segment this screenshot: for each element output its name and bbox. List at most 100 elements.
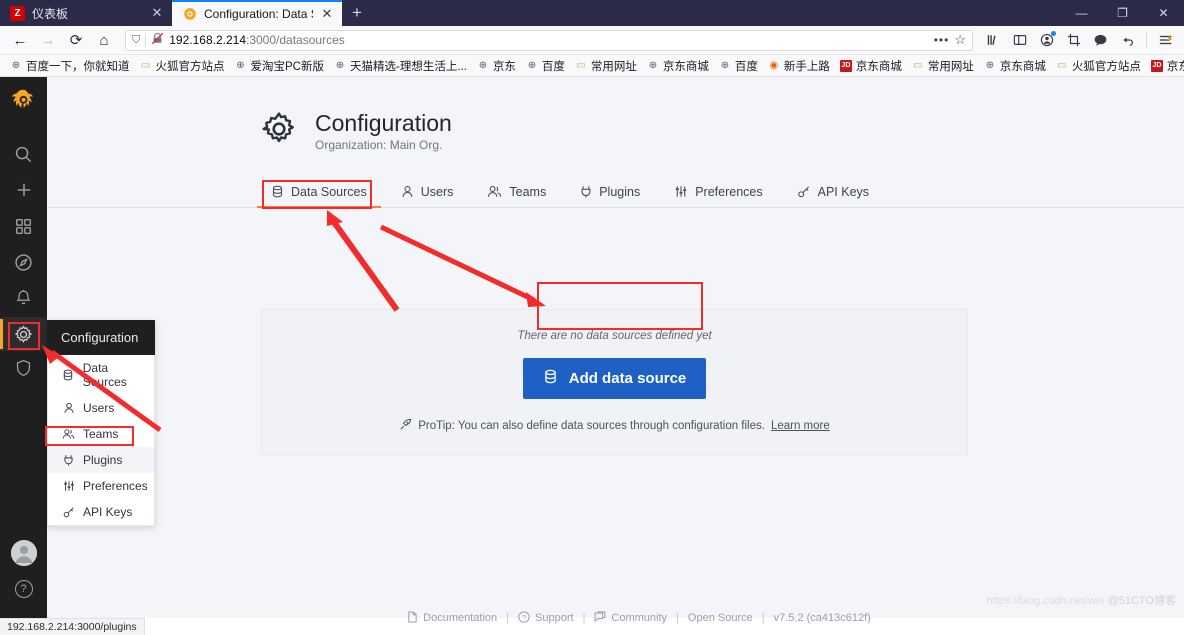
watermark: https://blog.csdn.net/wei @51CTO博客	[986, 592, 1176, 608]
sidebar-bottom: ?	[10, 540, 37, 618]
flyout-item-teams[interactable]: Teams	[48, 421, 154, 447]
bookmark-label: 常用网址	[590, 60, 637, 73]
bookmark-item[interactable]: ⊕ 京东商城	[642, 58, 714, 74]
grafana-logo[interactable]	[10, 87, 38, 115]
configuration-flyout-menu: Configuration Data Sources Users Teams P…	[47, 320, 155, 526]
alerting-bell-icon[interactable]	[0, 281, 47, 315]
bookmark-item[interactable]: ⊕ 京东商城	[979, 58, 1051, 74]
tab-data-sources[interactable]: Data Sources	[257, 176, 381, 209]
flyout-item-preferences[interactable]: Preferences	[48, 473, 154, 499]
account-icon[interactable]	[1034, 28, 1059, 52]
globe-icon: ⊕	[11, 60, 21, 71]
dashboards-icon[interactable]	[0, 209, 47, 243]
flyout-item-data-sources[interactable]: Data Sources	[48, 355, 154, 395]
bookmark-label: 百度	[541, 60, 565, 73]
footer-community[interactable]: Community	[594, 610, 667, 626]
tab-plugins[interactable]: Plugins	[566, 176, 654, 207]
sidebar-icon[interactable]	[1007, 28, 1032, 52]
close-window-button[interactable]: ✕	[1143, 0, 1184, 26]
jd-icon: JD	[1150, 59, 1163, 72]
tab-preferences[interactable]: Preferences	[660, 176, 776, 207]
bookmark-item[interactable]: ⊕ 百度一下，你就知道	[5, 58, 135, 74]
bookmark-item[interactable]: ⊕ 百度	[521, 58, 570, 74]
footer-support[interactable]: ? Support	[518, 610, 574, 626]
library-icon[interactable]	[980, 28, 1005, 52]
help-icon[interactable]: ?	[14, 580, 33, 598]
search-icon[interactable]	[0, 137, 47, 171]
footer-version: v7.5.2 (ca413c612f)	[773, 612, 871, 624]
insecure-lock-icon[interactable]	[151, 32, 164, 48]
bookmark-label: 天猫精选-理想生活上...	[349, 60, 467, 73]
forward-button[interactable]: →	[34, 28, 62, 52]
page-actions-icon[interactable]: •••	[934, 33, 950, 47]
tab-users[interactable]: Users	[387, 176, 468, 207]
url-bar[interactable]: ⛉ 192.168.2.214:3000/datasources ••• ☆	[125, 29, 973, 51]
pocket-icon[interactable]	[1088, 28, 1113, 52]
bookmark-item[interactable]: ⊕ 爱淘宝PC新版	[230, 58, 329, 74]
flyout-item-label: API Keys	[83, 505, 133, 519]
learn-more-link[interactable]: Learn more	[771, 420, 830, 432]
tab-label: Plugins	[599, 184, 641, 199]
footer-separator: |	[582, 612, 586, 624]
jd-icon: JD	[839, 59, 852, 72]
flyout-item-api-keys[interactable]: API Keys	[48, 499, 154, 525]
zabbix-icon: Z	[10, 5, 25, 21]
shield-icon[interactable]: ⛉	[132, 34, 140, 47]
reload-button[interactable]: ⟳	[62, 28, 90, 52]
minimize-button[interactable]: —	[1061, 0, 1102, 26]
bookmark-label: 常用网址	[927, 60, 974, 73]
users-icon	[62, 428, 75, 440]
bookmark-item[interactable]: ▭ 火狐官方站点	[1051, 58, 1146, 74]
new-tab-button[interactable]: +	[342, 0, 372, 26]
tab-api-keys[interactable]: API Keys	[783, 176, 883, 207]
watermark-left: https://blog.csdn.net/wei	[986, 595, 1105, 607]
menu-icon[interactable]: !	[1153, 28, 1178, 52]
add-data-source-button[interactable]: Add data source	[522, 358, 707, 399]
bookmark-item[interactable]: ▭ 常用网址	[570, 58, 642, 74]
tab-label: Users	[420, 184, 454, 199]
sliders-icon	[674, 185, 688, 198]
explore-icon[interactable]	[0, 245, 47, 279]
bookmark-item[interactable]: ⊕ 京东	[472, 58, 521, 74]
close-icon[interactable]: ✕	[150, 6, 164, 20]
home-button[interactable]: ⌂	[90, 28, 118, 52]
browser-tab-2[interactable]: Configuration: Data Sources ✕	[172, 0, 342, 26]
maximize-button[interactable]: ❐	[1102, 0, 1143, 26]
watermark-right: @51CTO博客	[1107, 595, 1176, 607]
bookmark-label: 京东商城	[855, 60, 902, 73]
flyout-item-plugins[interactable]: Plugins	[48, 447, 154, 473]
bookmark-item[interactable]: ⊕ 天猫精选-理想生活上...	[329, 58, 472, 74]
bookmark-item[interactable]: ⊕ 百度	[714, 58, 763, 74]
plus-icon[interactable]	[0, 173, 47, 207]
screen: Z 仪表板 ✕ Configuration: Data Sources ✕ + …	[0, 0, 1184, 635]
flyout-item-label: Users	[83, 401, 115, 415]
sidebar-item-configuration[interactable]	[0, 317, 47, 351]
user-icon	[401, 185, 414, 198]
back-button[interactable]: ←	[6, 28, 34, 52]
footer-documentation[interactable]: Documentation	[407, 610, 497, 626]
bookmark-item[interactable]: ▭ 火狐官方站点	[135, 58, 230, 74]
flyout-item-users[interactable]: Users	[48, 395, 154, 421]
bookmark-item[interactable]: JD京东商城	[1146, 58, 1184, 74]
page-title: Configuration	[315, 110, 452, 136]
rocket-icon	[399, 418, 412, 434]
screenshot-icon[interactable]	[1061, 28, 1086, 52]
bookmark-star-icon[interactable]: ☆	[954, 32, 966, 48]
footer-open-source[interactable]: Open Source	[688, 612, 753, 624]
avatar[interactable]	[10, 540, 37, 566]
footer-separator: |	[676, 612, 679, 624]
flyout-title: Configuration	[47, 320, 155, 355]
folder-icon: ▭	[140, 60, 151, 71]
bookmark-item[interactable]: ▭ 常用网址	[907, 58, 979, 74]
bookmark-item[interactable]: ◉ 新手上路	[763, 58, 835, 74]
tab-teams[interactable]: Teams	[473, 176, 560, 207]
browser-tab-1[interactable]: Z 仪表板 ✕	[0, 0, 172, 26]
users-icon	[487, 185, 502, 198]
close-icon[interactable]: ✕	[320, 7, 334, 21]
bookmark-label: 百度	[734, 60, 758, 73]
shield-icon[interactable]	[0, 351, 47, 385]
bookmark-item[interactable]: JD京东商城	[835, 58, 907, 74]
footer-separator: |	[506, 612, 510, 624]
undo-icon[interactable]	[1115, 28, 1140, 52]
key-icon	[797, 185, 811, 198]
